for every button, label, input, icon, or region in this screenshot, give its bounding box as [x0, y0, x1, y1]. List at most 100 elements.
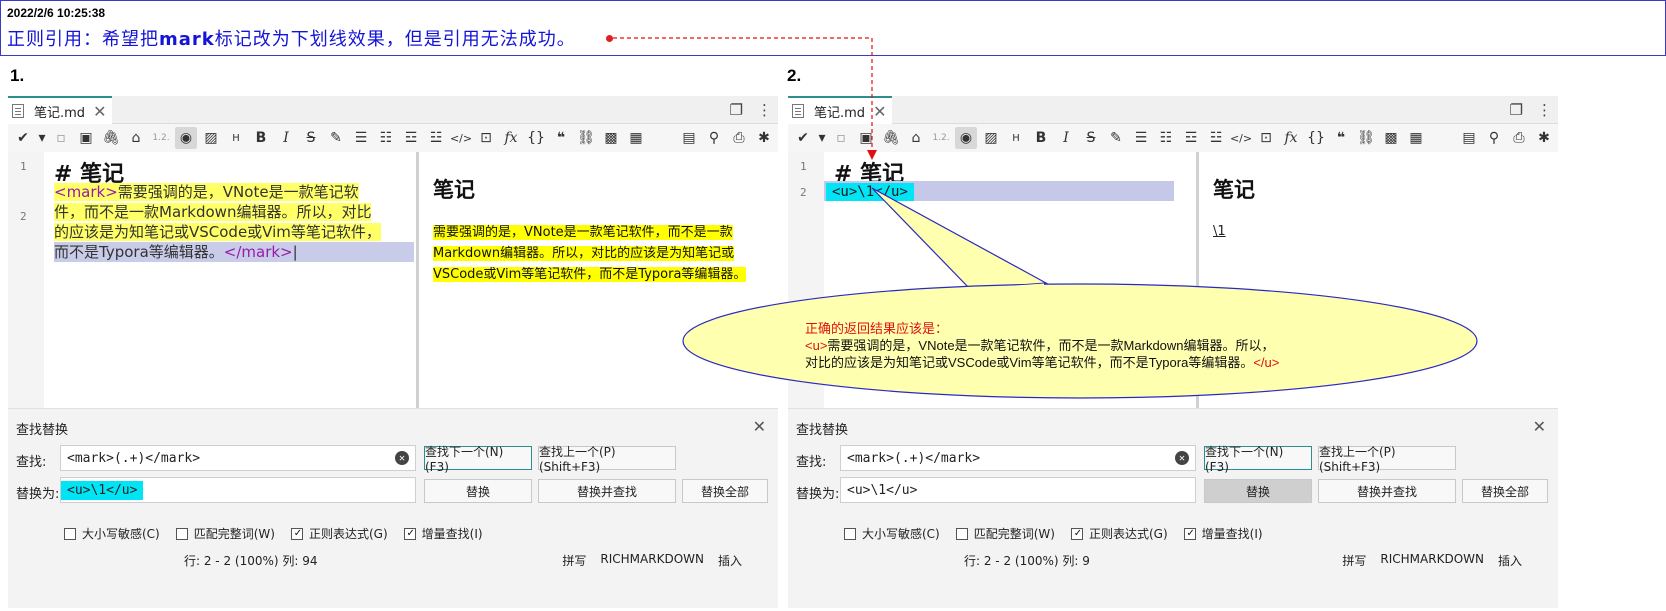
close-tab-icon[interactable]: ✕ [93, 102, 106, 121]
find-next-button[interactable]: 查找下一个(N) (F3) [1204, 445, 1312, 474]
outline-icon[interactable]: ▤ [678, 127, 700, 149]
replace-input[interactable]: <u>\1</u> [60, 477, 416, 503]
find-prev-button[interactable]: 查找上一个(P) (Shift+F3) [538, 445, 676, 474]
debug-bug-icon[interactable]: ✱ [753, 127, 775, 149]
tag-icon[interactable]: ⌂ [125, 127, 147, 149]
italic-icon[interactable]: I [275, 127, 297, 149]
replace-all-button[interactable]: 替换全部 [682, 479, 768, 503]
image-view-icon[interactable]: ▨ [200, 127, 222, 149]
window-restore-icon[interactable]: ❐ [1510, 101, 1523, 119]
case-sensitive-option[interactable]: 大小写敏感(C) [64, 525, 160, 542]
find-prev-button[interactable]: 查找上一个(P) (Shift+F3) [1318, 445, 1456, 474]
find-input[interactable]: <mark>(.+)</mark> ✕ [60, 445, 416, 471]
insert-image-icon[interactable]: ▩ [600, 127, 622, 149]
close-find-icon[interactable]: ✕ [1533, 417, 1546, 436]
section-number-icon[interactable]: 1.2. [930, 127, 952, 149]
checked-list-icon[interactable]: ☳ [425, 127, 447, 149]
chevron-down-icon[interactable]: ▾ [817, 127, 827, 149]
incremental-option[interactable]: 增量查找(I) [1183, 525, 1263, 542]
read-mode-icon[interactable]: ▣ [75, 127, 97, 149]
bold-icon[interactable]: B [250, 127, 272, 149]
replace-and-find-button[interactable]: 替换并查找 [1318, 479, 1456, 503]
window-restore-icon[interactable]: ❐ [730, 101, 743, 119]
todo-list-icon[interactable]: ☲ [400, 127, 422, 149]
checkbox[interactable] [64, 527, 76, 540]
more-menu-icon[interactable]: ⋮ [757, 101, 772, 119]
editor-mode-status[interactable]: RICHMARKDOWN [1380, 552, 1484, 569]
highlight-icon[interactable]: ✎ [325, 127, 347, 149]
check-icon[interactable]: ✔ [792, 127, 814, 149]
case-sensitive-option[interactable]: 大小写敏感(C) [844, 525, 940, 542]
editor-mode-status[interactable]: RICHMARKDOWN [600, 552, 704, 569]
code-block-icon[interactable]: ⊡ [475, 127, 497, 149]
regex-option[interactable]: 正则表达式(G) [290, 525, 388, 542]
link-icon[interactable]: ⛓ [1355, 127, 1377, 149]
print-icon[interactable]: ⎙ [728, 127, 750, 149]
numbered-list-icon[interactable]: ☷ [1155, 127, 1177, 149]
code-block-icon[interactable]: ⊡ [1255, 127, 1277, 149]
strikethrough-icon[interactable]: S [1080, 127, 1102, 149]
attachment-icon[interactable]: 🖇 [100, 127, 122, 149]
checkbox-checked[interactable] [1070, 527, 1084, 540]
clear-input-icon[interactable]: ✕ [395, 451, 409, 465]
tag-icon[interactable]: ⌂ [905, 127, 927, 149]
tab-note-md[interactable]: 笔记.md ✕ [788, 96, 893, 124]
math-fx-icon[interactable]: fx [1280, 127, 1302, 149]
link-icon[interactable]: ⛓ [575, 127, 597, 149]
checkbox-checked[interactable] [1183, 527, 1197, 540]
preview-eye-icon[interactable]: ◉ [955, 127, 977, 149]
strikethrough-icon[interactable]: S [300, 127, 322, 149]
insert-image-icon[interactable]: ▩ [1380, 127, 1402, 149]
replace-button[interactable]: 替换 [424, 479, 532, 503]
braces-icon[interactable]: {} [1305, 127, 1327, 149]
incremental-option[interactable]: 增量查找(I) [403, 525, 483, 542]
chevron-down-icon[interactable]: ▾ [37, 127, 47, 149]
checkbox[interactable] [175, 527, 188, 540]
close-find-icon[interactable]: ✕ [753, 417, 766, 436]
whole-word-option[interactable]: 匹配完整词(W) [955, 525, 1055, 542]
replace-all-button[interactable]: 替换全部 [1462, 479, 1548, 503]
heading-icon[interactable]: H [1005, 127, 1027, 149]
debug-bug-icon[interactable]: ✱ [1533, 127, 1555, 149]
quote-icon[interactable]: ❝ [550, 127, 572, 149]
print-icon[interactable]: ⎙ [1508, 127, 1530, 149]
find-input[interactable]: <mark>(.+)</mark> ✕ [840, 445, 1196, 471]
checkbox-checked[interactable] [403, 527, 417, 540]
italic-icon[interactable]: I [1055, 127, 1077, 149]
checkbox[interactable] [955, 527, 968, 540]
replace-button[interactable]: 替换 [1204, 479, 1312, 503]
replace-and-find-button[interactable]: 替换并查找 [538, 479, 676, 503]
checkbox-checked[interactable] [290, 527, 304, 540]
close-tab-icon[interactable]: ✕ [873, 102, 886, 121]
find-next-button[interactable]: 查找下一个(N) (F3) [424, 445, 532, 474]
spell-check-status[interactable]: 拼写 [562, 552, 586, 569]
save-icon[interactable]: ▫ [830, 127, 852, 149]
braces-icon[interactable]: {} [525, 127, 547, 149]
search-icon[interactable]: ⚲ [703, 127, 725, 149]
checked-list-icon[interactable]: ☳ [1205, 127, 1227, 149]
checkbox[interactable] [844, 527, 856, 540]
todo-list-icon[interactable]: ☲ [1180, 127, 1202, 149]
table-icon[interactable]: ▦ [625, 127, 647, 149]
spell-check-status[interactable]: 拼写 [1342, 552, 1366, 569]
search-icon[interactable]: ⚲ [1483, 127, 1505, 149]
preview-eye-icon[interactable]: ◉ [175, 127, 197, 149]
image-view-icon[interactable]: ▨ [980, 127, 1002, 149]
quote-icon[interactable]: ❝ [1330, 127, 1352, 149]
clear-input-icon[interactable]: ✕ [1175, 451, 1189, 465]
outline-icon[interactable]: ▤ [1458, 127, 1480, 149]
whole-word-option[interactable]: 匹配完整词(W) [175, 525, 275, 542]
heading-icon[interactable]: H [225, 127, 247, 149]
table-icon[interactable]: ▦ [1405, 127, 1427, 149]
highlight-icon[interactable]: ✎ [1105, 127, 1127, 149]
bullet-list-icon[interactable]: ☰ [1130, 127, 1152, 149]
check-icon[interactable]: ✔ [12, 127, 34, 149]
save-icon[interactable]: ▫ [50, 127, 72, 149]
math-fx-icon[interactable]: fx [500, 127, 522, 149]
inline-code-icon[interactable]: </> [1230, 127, 1252, 149]
inline-code-icon[interactable]: </> [450, 127, 472, 149]
replace-input[interactable]: <u>\1</u> [840, 477, 1196, 503]
tab-note-md[interactable]: 笔记.md ✕ [8, 96, 113, 124]
regex-option[interactable]: 正则表达式(G) [1070, 525, 1168, 542]
numbered-list-icon[interactable]: ☷ [375, 127, 397, 149]
